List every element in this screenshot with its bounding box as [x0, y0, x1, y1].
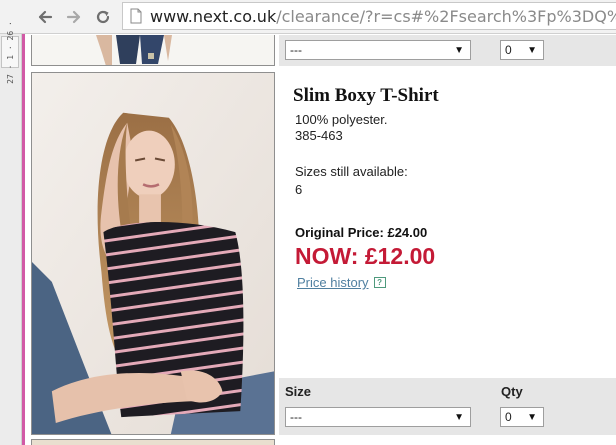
product-title[interactable]: Slim Boxy T-Shirt [293, 85, 439, 107]
browser-toolbar: www.next.co.uk/clearance/?r=cs#%2Fsearch… [0, 0, 616, 34]
product-options: Size Qty --- ▼ 0 ▼ [279, 378, 616, 435]
page-icon [130, 8, 142, 24]
chevron-down-icon: ▼ [454, 412, 464, 423]
back-button[interactable] [34, 6, 56, 28]
size-select[interactable]: --- ▼ [285, 407, 471, 427]
arrow-right-icon [66, 10, 81, 24]
url-path: /clearance/?r=cs#%2Fsearch%3Fp%3DQ%26lbc… [276, 6, 616, 26]
chevron-down-icon: ▼ [527, 412, 537, 423]
reload-icon [96, 10, 110, 24]
arrow-left-icon [38, 10, 53, 24]
address-bar[interactable]: www.next.co.uk/clearance/?r=cs#%2Fsearch… [122, 2, 616, 30]
previous-size-select-value: --- [290, 43, 302, 57]
sale-price: NOW: £12.00 [295, 243, 436, 269]
product-list: --- ▼ 0 ▼ Slim Boxy T-Shirt 100% polyest… [25, 35, 616, 445]
help-icon[interactable]: ? [373, 277, 386, 288]
previous-qty-select[interactable]: 0 ▼ [500, 40, 544, 60]
url-host: www.next.co.uk [150, 6, 277, 26]
reload-button[interactable] [92, 6, 114, 28]
product-description: 100% polyester. [295, 112, 388, 127]
next-product-image[interactable] [31, 439, 275, 445]
price-history-link[interactable]: Price history [297, 275, 369, 290]
chevron-down-icon: ▼ [527, 45, 537, 56]
size-select-value: --- [290, 410, 302, 424]
size-label: Size [285, 384, 312, 399]
forward-button[interactable] [63, 6, 85, 28]
vertical-ruler: 27 · 1 · 26 · [0, 21, 22, 445]
product-image[interactable] [31, 72, 275, 435]
previous-size-select[interactable]: --- ▼ [285, 40, 471, 60]
previous-qty-select-value: 0 [505, 43, 512, 57]
product-code: 385-463 [295, 128, 343, 143]
previous-product-image[interactable] [31, 35, 275, 66]
url-text: www.next.co.uk/clearance/?r=cs#%2Fsearch… [150, 7, 616, 26]
qty-select-value: 0 [505, 410, 512, 424]
ruler-label: 27 · 1 · 26 · [5, 20, 15, 84]
sizes-available-value: 6 [295, 182, 303, 197]
ruler-label-box: 27 · 1 · 26 · [1, 21, 19, 83]
qty-label: Qty [501, 384, 523, 399]
original-price: Original Price: £24.00 [295, 225, 428, 240]
price-history: Price history ? [297, 275, 386, 290]
sizes-available-label: Sizes still available: [295, 164, 408, 179]
qty-select[interactable]: 0 ▼ [500, 407, 544, 427]
chevron-down-icon: ▼ [454, 45, 464, 56]
previous-product-options: --- ▼ 0 ▼ [279, 35, 616, 66]
